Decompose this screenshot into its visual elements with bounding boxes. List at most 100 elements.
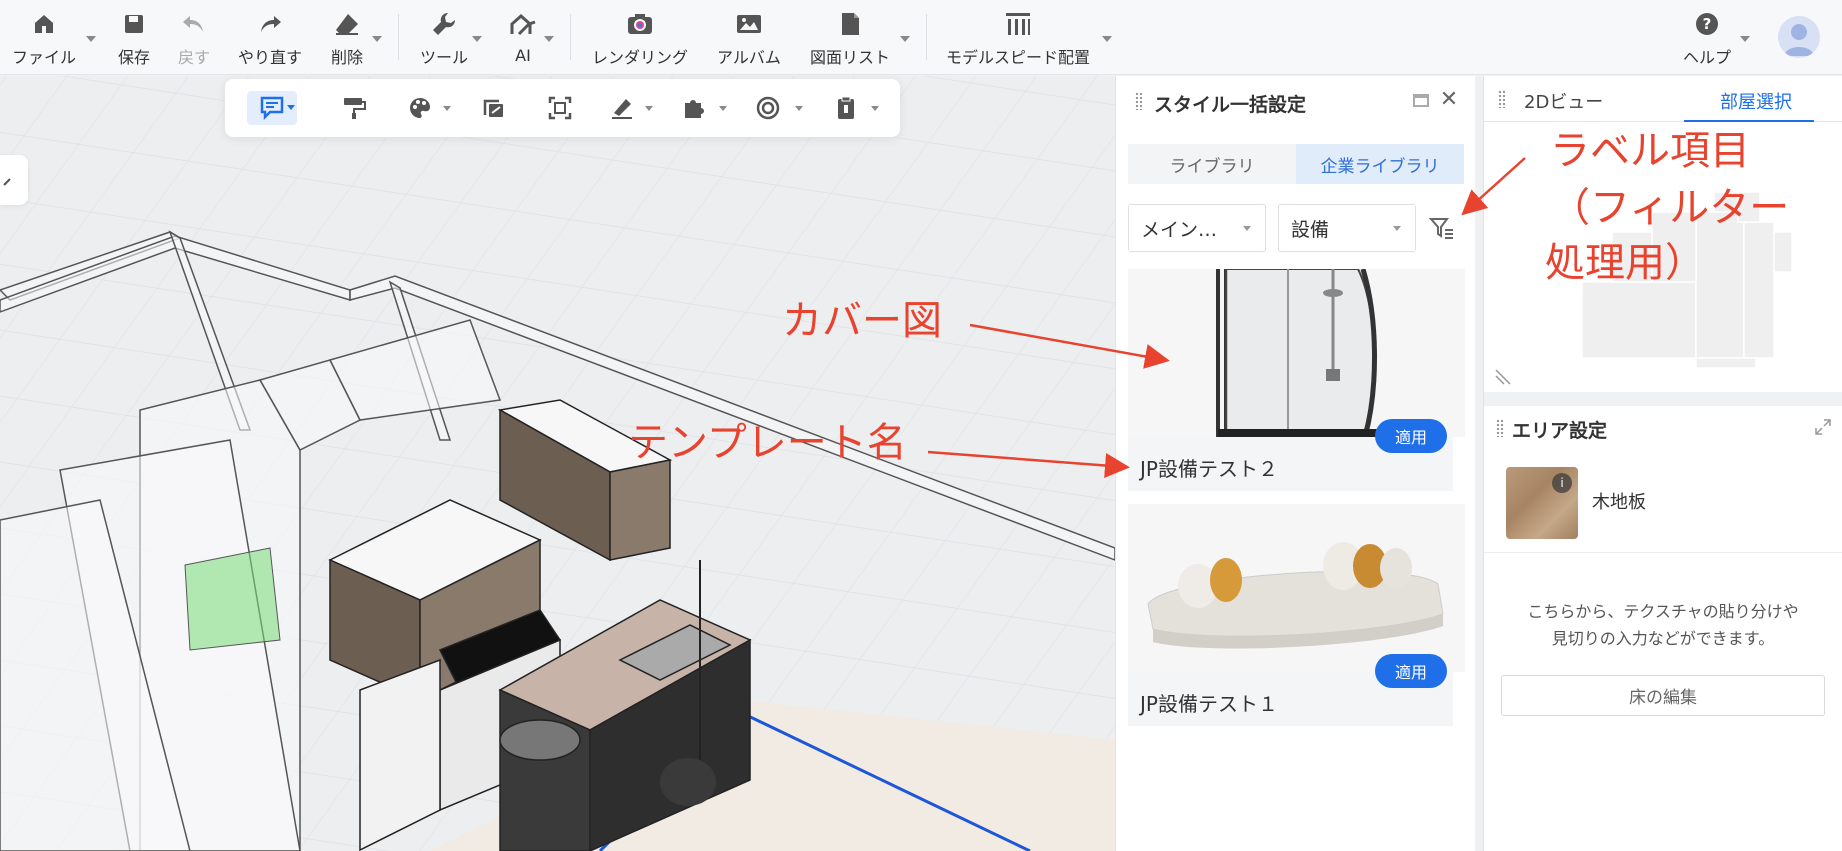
model-speed-label: モデルスピード配置 (946, 48, 1091, 67)
drawing-list-button[interactable]: 図面リスト (810, 10, 890, 68)
redo-button[interactable]: やり直す (238, 10, 302, 68)
wrench-icon (429, 10, 459, 38)
drag-grip-icon[interactable] (1135, 92, 1143, 110)
undo-label: 戻す (178, 48, 211, 67)
rendering-button[interactable]: レンダリング (592, 10, 688, 68)
tab-enterprise-library[interactable]: 企業ライブラリ (1296, 144, 1464, 184)
stack-button[interactable] (477, 91, 511, 125)
file-menu-button[interactable]: ファイル (12, 10, 76, 68)
category-dropdown[interactable]: メイン… (1128, 204, 1266, 252)
undo-icon (179, 10, 209, 38)
undo-button[interactable]: 戻す (178, 10, 210, 68)
hint-line: こちらから、テクスチャの貼り分けや (1527, 602, 1799, 621)
toolbar-divider (570, 14, 571, 60)
album-label: アルバム (717, 48, 781, 67)
ai-label: AI (515, 46, 531, 65)
annotation-processing: 処理用） (1545, 240, 1705, 286)
cover-image-shower-booth (1128, 269, 1465, 437)
layer-edit-icon (483, 99, 503, 117)
material-palette-button[interactable] (403, 91, 437, 125)
panel-header: スタイル一括設定 ✕ (1116, 76, 1475, 126)
paint-roller-button[interactable] (337, 91, 371, 125)
tools-label: ツール (420, 48, 469, 67)
ai-caret-icon[interactable] (544, 36, 554, 42)
delete-button[interactable]: 削除 (331, 10, 363, 68)
clipboard-button[interactable] (829, 91, 863, 125)
palette-icon (410, 98, 430, 118)
save-icon (119, 10, 149, 38)
template-card[interactable]: JP設備テスト１ 適用 (1128, 504, 1465, 726)
section-divider (1484, 552, 1842, 553)
annotation-cover-image: カバー図 (782, 298, 942, 344)
panel-divider (1484, 392, 1842, 406)
album-icon (734, 10, 764, 38)
eraser-icon (332, 10, 362, 38)
rendering-label: レンダリング (592, 48, 689, 67)
edit-floor-button[interactable]: 床の編集 (1501, 675, 1825, 716)
puzzle-icon (685, 100, 704, 118)
drag-grip-icon[interactable] (1496, 419, 1504, 437)
clipboard-caret-icon[interactable] (871, 106, 879, 111)
tab-library[interactable]: ライブラリ (1128, 144, 1296, 184)
hint-line: 見切りの入力などができます。 (1551, 629, 1775, 648)
model-speed-caret-icon[interactable] (1102, 36, 1112, 42)
svg-text:?: ? (1703, 15, 1712, 33)
model-speed-icon (1003, 10, 1033, 38)
filter-icon[interactable] (1428, 214, 1456, 242)
model-speed-button[interactable]: モデルスピード配置 (946, 10, 1090, 68)
tools-caret-icon[interactable] (472, 36, 482, 42)
help-button[interactable]: ? ヘルプ (1683, 10, 1731, 68)
3d-viewport[interactable] (0, 76, 1115, 851)
target-caret-icon[interactable] (795, 106, 803, 111)
plugin-caret-icon[interactable] (719, 106, 727, 111)
resize-handle-icon[interactable] (1494, 366, 1514, 386)
area-settings-title: エリア設定 (1512, 420, 1608, 442)
annotation-tool-button[interactable] (247, 91, 297, 125)
template-card[interactable]: JP設備テスト２ 適用 (1128, 269, 1465, 491)
ai-button[interactable]: AI (508, 10, 538, 68)
drawing-list-icon (835, 10, 865, 38)
help-icon: ? (1692, 10, 1722, 38)
measure-button[interactable] (605, 91, 639, 125)
delete-caret-icon[interactable] (372, 36, 382, 42)
apply-button[interactable]: 適用 (1375, 419, 1447, 453)
help-label: ヘルプ (1683, 48, 1732, 67)
chevron-down-icon (1393, 226, 1401, 231)
drag-grip-icon[interactable] (1498, 90, 1506, 108)
ai-icon (508, 10, 538, 40)
file-menu-label: ファイル (12, 48, 77, 67)
camera-icon (625, 10, 655, 38)
measure-caret-icon[interactable] (645, 106, 653, 111)
target-button[interactable] (751, 91, 785, 125)
left-panel-toggle[interactable] (0, 155, 28, 205)
tab-2d-view[interactable]: 2Dビュー (1524, 88, 1603, 114)
help-caret-icon[interactable] (1740, 36, 1750, 42)
album-button[interactable]: アルバム (717, 10, 781, 68)
plugin-button[interactable] (677, 91, 711, 125)
cover-image-sofa (1128, 504, 1465, 672)
annotation-template-name: テンプレート名 (628, 420, 907, 466)
info-icon[interactable]: i (1552, 473, 1572, 493)
expand-icon[interactable] (1814, 418, 1832, 436)
tab-room-select[interactable]: 部屋選択 (1720, 88, 1792, 114)
user-avatar[interactable] (1778, 16, 1820, 58)
save-label: 保存 (118, 48, 151, 67)
drawing-list-label: 図面リスト (810, 48, 891, 67)
3d-scene (0, 76, 1115, 851)
apply-button[interactable]: 適用 (1375, 654, 1447, 688)
file-caret-icon[interactable] (86, 36, 96, 42)
palette-caret-icon[interactable] (443, 106, 451, 111)
select-frame-button[interactable] (543, 91, 577, 125)
tools-button[interactable]: ツール (420, 10, 468, 68)
save-button[interactable]: 保存 (118, 10, 150, 68)
drawing-list-caret-icon[interactable] (900, 36, 910, 42)
annotation-icon (260, 96, 284, 121)
top-toolbar: ファイル 保存 戻す やり直す 削除 ツール AI レンダリング アルバム 図面… (0, 0, 1842, 75)
minimize-icon[interactable] (1413, 94, 1429, 107)
annotation-filter: （フィルター (1550, 185, 1790, 231)
category-dropdown-value: メイン… (1141, 218, 1218, 241)
type-dropdown[interactable]: 設備 (1278, 204, 1416, 252)
clipboard-icon (838, 96, 854, 119)
measure-icon (612, 99, 632, 119)
close-icon[interactable]: ✕ (1437, 88, 1461, 112)
